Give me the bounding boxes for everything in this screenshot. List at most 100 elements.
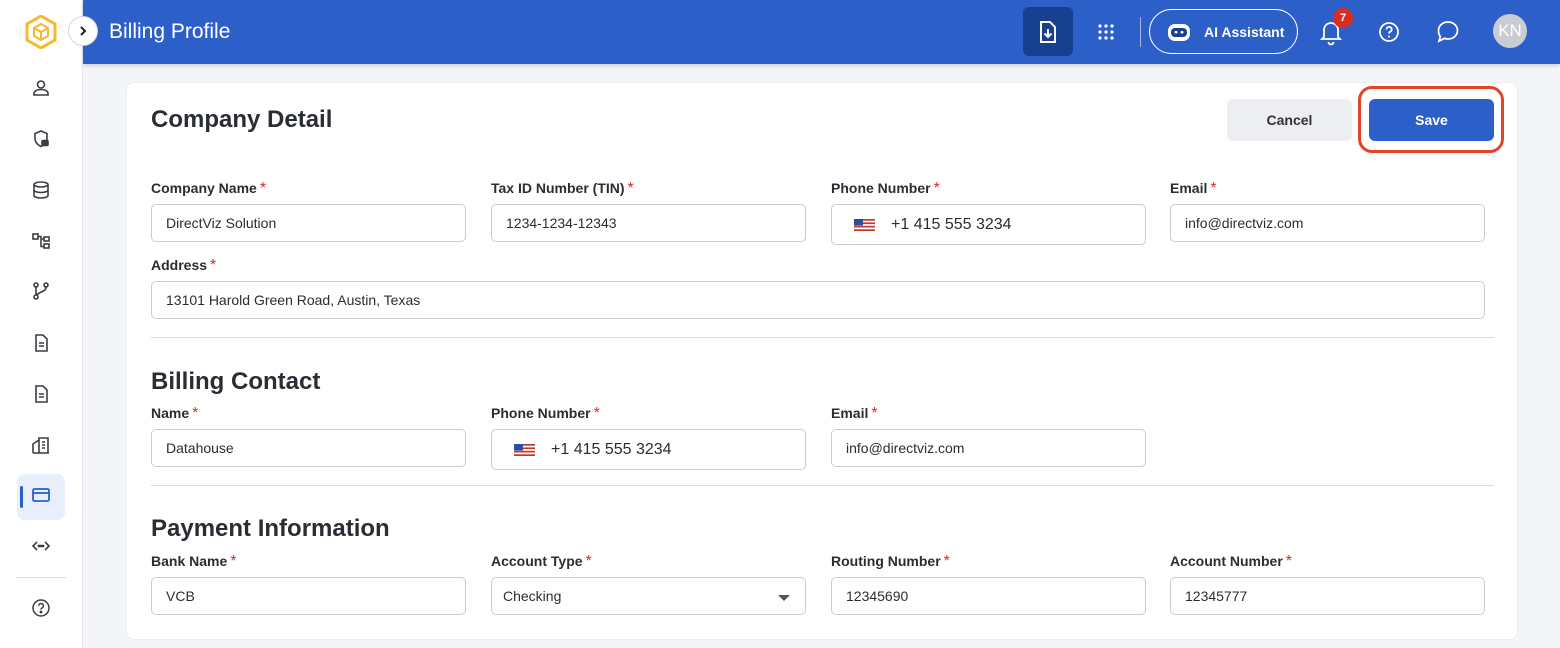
ai-assistant-button[interactable]: AI Assistant [1149,9,1298,54]
app-logo-icon[interactable] [25,14,57,50]
sidebar [0,0,83,648]
tax-id-input[interactable]: 1234-1234-12343 [491,204,806,242]
contact-email-input[interactable]: info@directviz.com [831,429,1146,467]
cancel-button[interactable]: Cancel [1227,99,1352,141]
contact-name-label: Name * [151,405,198,423]
company-phone-label-text: Phone Number [831,180,931,196]
account-number-input[interactable]: 12345777 [1170,577,1485,615]
contact-phone-input[interactable]: +1 415 555 3234 [491,429,806,470]
ai-assistant-label: AI Assistant [1204,23,1285,40]
required-marker: * [230,553,237,570]
robot-icon [1168,23,1190,41]
company-email-label: Email * [1170,180,1217,198]
us-flag-icon[interactable] [854,218,875,231]
hierarchy-icon [31,231,51,256]
help-button[interactable] [1376,19,1402,45]
api-icon [31,536,51,561]
download-document-icon [1040,20,1056,43]
routing-number-label: Routing Number * [831,553,950,571]
sidebar-toggle-button[interactable] [68,16,98,46]
us-flag-icon[interactable] [514,443,535,456]
document-icon [31,333,51,358]
section-title-company: Company Detail [151,106,333,133]
company-name-label-text: Company Name [151,180,257,196]
address-label: Address * [151,257,216,275]
account-number-label-text: Account Number [1170,553,1283,569]
buildings-icon [31,435,51,460]
bank-name-input[interactable]: VCB [151,577,466,615]
section-divider [151,337,1494,338]
sidebar-item-users[interactable] [17,67,65,113]
company-phone-label: Phone Number * [831,180,940,198]
section-title-payment: Payment Information [151,515,390,542]
required-marker: * [210,257,217,274]
required-marker: * [933,180,940,197]
tax-id-label-text: Tax ID Number (TIN) [491,180,625,196]
caret-down-icon [778,595,790,601]
contact-name-label-text: Name [151,405,190,421]
page-title: Billing Profile [109,20,231,43]
company-name-input[interactable]: DirectViz Solution [151,204,466,242]
section-title-billing-contact: Billing Contact [151,368,321,395]
apps-button[interactable] [1091,18,1121,46]
database-icon [31,180,51,205]
chat-bubble-icon [1437,21,1459,43]
contact-phone-value: +1 415 555 3234 [551,440,672,458]
required-marker: * [871,405,878,422]
bank-name-label-text: Bank Name [151,553,228,569]
report-icon [31,384,51,409]
required-marker: * [585,553,592,570]
question-circle-icon [1379,22,1399,42]
required-marker: * [593,405,600,422]
shield-lock-icon [31,129,51,154]
company-phone-input[interactable]: +1 415 555 3234 [831,204,1146,245]
save-button[interactable]: Save [1369,99,1494,141]
contact-email-label-text: Email [831,405,869,421]
sidebar-item-hierarchy[interactable] [17,220,65,266]
git-merge-icon [31,281,51,306]
routing-number-input[interactable]: 12345690 [831,577,1146,615]
required-marker: * [1210,180,1217,197]
user-avatar[interactable]: KN [1493,14,1527,48]
account-type-value: Checking [503,588,562,604]
account-number-label: Account Number * [1170,553,1292,571]
contact-email-label: Email * [831,405,878,423]
bank-name-label: Bank Name * [151,553,237,571]
company-name-label: Company Name * [151,180,266,198]
help-icon [31,598,51,623]
required-marker: * [1285,553,1293,570]
active-indicator [20,486,23,508]
grid-dots-icon [1098,24,1114,40]
account-type-label: Account Type * [491,553,592,571]
export-button[interactable] [1023,7,1073,56]
account-type-select[interactable]: Checking [491,577,806,615]
notification-badge: 7 [1333,8,1353,28]
required-marker: * [259,180,267,197]
sidebar-item-workflow[interactable] [17,270,65,316]
sidebar-item-documents[interactable] [17,322,65,368]
sidebar-item-database[interactable] [17,169,65,215]
company-email-input[interactable]: info@directviz.com [1170,204,1485,242]
tax-id-label: Tax ID Number (TIN) * [491,180,634,198]
sidebar-item-security[interactable] [17,118,65,164]
required-marker: * [627,180,634,197]
contact-name-input[interactable]: Datahouse [151,429,466,467]
company-phone-value: +1 415 555 3234 [891,215,1012,233]
sidebar-item-api[interactable] [17,525,65,571]
chevron-right-icon [80,26,87,36]
sidebar-divider [16,577,66,578]
sidebar-item-help[interactable] [17,587,65,633]
sidebar-item-billing[interactable] [17,474,65,520]
sidebar-item-organizations[interactable] [17,424,65,470]
address-input[interactable]: 13101 Harold Green Road, Austin, Texas [151,281,1485,319]
section-divider [151,485,1494,486]
billing-profile-card: Company Detail Cancel Save Company Name *… [126,82,1518,640]
required-marker: * [192,405,199,422]
sidebar-item-reports[interactable] [17,373,65,419]
contact-phone-label: Phone Number * [491,405,600,423]
messages-button[interactable] [1434,18,1462,46]
routing-number-label-text: Routing Number [831,553,941,569]
user-icon [31,78,51,103]
address-label-text: Address [151,257,208,273]
top-bar: Billing Profile AI Assistant 7 KN [68,0,1560,64]
